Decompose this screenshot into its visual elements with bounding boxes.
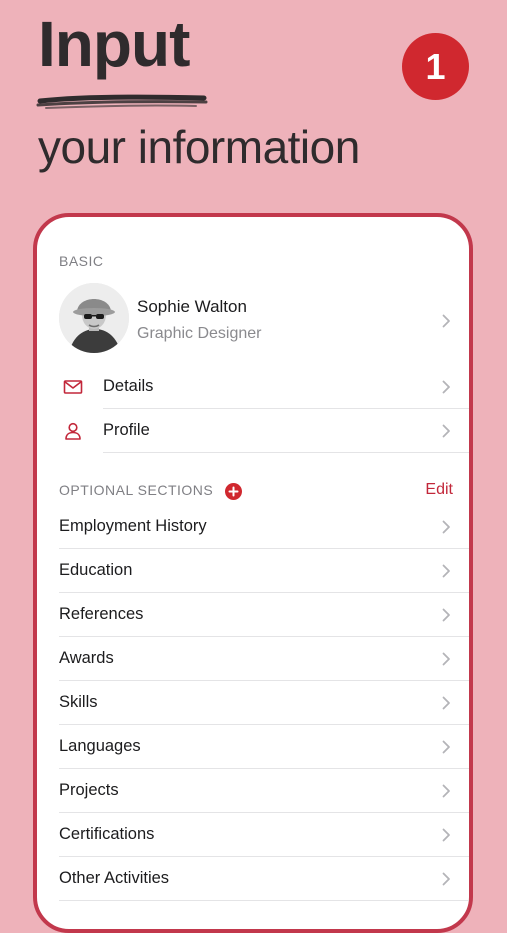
optional-item-languages[interactable]: Languages	[59, 725, 469, 769]
envelope-icon	[63, 380, 83, 394]
plus-icon	[228, 486, 239, 497]
optional-item-employment-history[interactable]: Employment History	[59, 505, 469, 549]
add-section-button[interactable]	[225, 483, 242, 500]
basic-item-label: Details	[103, 377, 154, 395]
person-icon	[65, 422, 81, 440]
chevron-right-icon	[442, 652, 450, 666]
phone-screen: BASIC Sophie Walton Graphic Designer Det…	[33, 213, 473, 933]
chevron-right-icon	[442, 696, 450, 710]
chevron-right-icon	[442, 784, 450, 798]
optional-item-label: Education	[59, 561, 133, 579]
basic-item-profile[interactable]: Profile	[59, 409, 469, 453]
basic-section-label: BASIC	[59, 253, 104, 269]
optional-item-education[interactable]: Education	[59, 549, 469, 593]
chevron-right-icon	[442, 520, 450, 534]
optional-item-label: Employment History	[59, 517, 207, 535]
profile-row[interactable]: Sophie Walton Graphic Designer	[37, 279, 469, 359]
row-divider	[103, 452, 469, 453]
optional-item-skills[interactable]: Skills	[59, 681, 469, 725]
chevron-right-icon	[442, 380, 450, 394]
chevron-right-icon	[442, 314, 450, 328]
chevron-right-icon	[442, 872, 450, 886]
chevron-right-icon	[442, 424, 450, 438]
optional-item-certifications[interactable]: Certifications	[59, 813, 469, 857]
optional-sections-header: OPTIONAL SECTIONS Edit	[59, 479, 453, 503]
chevron-right-icon	[442, 564, 450, 578]
row-divider	[59, 900, 469, 901]
optional-item-label: Awards	[59, 649, 114, 667]
optional-item-label: References	[59, 605, 144, 623]
step-number-badge: 1	[402, 33, 469, 100]
profile-role: Graphic Designer	[137, 325, 262, 342]
headline-title: Input	[38, 8, 190, 80]
optional-item-label: Languages	[59, 737, 141, 755]
optional-item-references[interactable]: References	[59, 593, 469, 637]
basic-item-details[interactable]: Details	[59, 365, 469, 409]
optional-item-label: Certifications	[59, 825, 155, 843]
edit-button[interactable]: Edit	[425, 481, 453, 499]
optional-item-other-activities[interactable]: Other Activities	[59, 857, 469, 901]
profile-name: Sophie Walton	[137, 297, 247, 316]
brush-underline	[36, 94, 208, 109]
avatar	[59, 283, 129, 353]
optional-section-label: OPTIONAL SECTIONS	[59, 482, 214, 498]
avatar-photo	[59, 283, 129, 353]
optional-item-awards[interactable]: Awards	[59, 637, 469, 681]
chevron-right-icon	[442, 828, 450, 842]
chevron-right-icon	[442, 740, 450, 754]
optional-item-label: Projects	[59, 781, 119, 799]
basic-item-label: Profile	[103, 421, 150, 439]
chevron-right-icon	[442, 608, 450, 622]
optional-item-label: Skills	[59, 693, 98, 711]
optional-item-projects[interactable]: Projects	[59, 769, 469, 813]
optional-item-label: Other Activities	[59, 869, 170, 887]
headline-subtitle: your information	[38, 121, 360, 173]
